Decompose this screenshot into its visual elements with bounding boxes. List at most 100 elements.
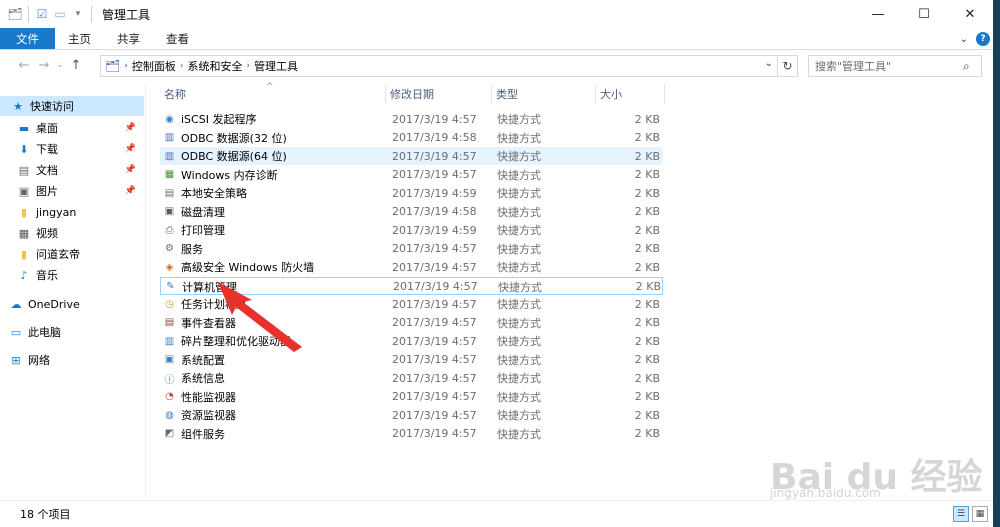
sidebar-item[interactable]: ▬ 桌面 📌 <box>0 118 144 138</box>
table-row[interactable]: ◈ 高级安全 Windows 防火墙 2017/3/19 4:57 快捷方式 2 KB <box>160 258 663 276</box>
search-icon[interactable]: ⌕ <box>963 59 981 74</box>
desktop-edge <box>993 0 1000 527</box>
sidebar-item[interactable]: ♪ 音乐 <box>0 265 144 285</box>
table-row[interactable]: ▤ 本地安全策略 2017/3/19 4:59 快捷方式 2 KB <box>160 184 663 202</box>
address-bar[interactable]: 🗂 › 控制面板 › 系统和安全 › 管理工具 ⌄ <box>100 55 778 77</box>
file-name: ODBC 数据源(64 位) <box>181 150 287 163</box>
folder-icon: ▮ <box>20 247 28 261</box>
folder-app-icon[interactable]: 🗂 <box>6 5 24 23</box>
table-row[interactable]: ▣ 系统配置 2017/3/19 4:57 快捷方式 2 KB <box>160 351 663 369</box>
table-row[interactable]: ✎ 计算机管理 2017/3/19 4:57 快捷方式 2 KB <box>160 276 663 295</box>
table-row[interactable]: ⓘ 系统信息 2017/3/19 4:57 快捷方式 2 KB <box>160 369 663 387</box>
breadcrumb-separator-icon[interactable]: › <box>124 61 128 71</box>
table-row[interactable]: ▥ 碎片整理和优化驱动器 2017/3/19 4:57 快捷方式 2 KB <box>160 332 663 350</box>
large-icons-view-icon[interactable]: ▦ <box>972 506 988 522</box>
table-row[interactable]: ◔ 性能监视器 2017/3/19 4:57 快捷方式 2 KB <box>160 388 663 406</box>
forward-arrow-icon[interactable]: → <box>34 55 54 75</box>
refresh-icon[interactable]: ↻ <box>778 55 798 77</box>
sidebar-item[interactable]: ▮ jingyan <box>0 202 144 222</box>
pin-icon[interactable]: 📌 <box>125 186 136 196</box>
file-name: 事件查看器 <box>181 316 236 330</box>
sidebar-item[interactable]: ▮ 问道玄帝 <box>0 244 144 264</box>
file-type-cell: 快捷方式 <box>497 113 541 126</box>
breadcrumb-separator-icon[interactable]: › <box>180 61 184 71</box>
maximize-button[interactable]: ☐ <box>901 0 947 28</box>
control-panel-icon: 🗂 <box>105 59 121 73</box>
database-icon: ▥ <box>164 150 175 162</box>
modified-date-cell: 2017/3/19 4:57 <box>392 316 477 329</box>
sidebar-item-label: 音乐 <box>36 269 58 282</box>
breadcrumb-separator-icon[interactable]: › <box>246 61 250 71</box>
tab-share[interactable]: 共享 <box>104 28 153 49</box>
file-name: 服务 <box>181 242 203 256</box>
file-name-cell: ▥ 碎片整理和优化驱动器 <box>162 332 291 350</box>
network-icon: ⊞ <box>11 353 21 367</box>
recent-locations-icon[interactable]: ⌄ <box>54 55 66 75</box>
column-header-type[interactable]: 类型 <box>492 84 596 104</box>
file-name-cell: ◈ 高级安全 Windows 防火墙 <box>162 258 314 276</box>
file-name-cell: ◔ 性能监视器 <box>162 388 236 406</box>
sidebar-item[interactable]: ⊞ 网络 <box>0 350 144 370</box>
tab-home[interactable]: 主页 <box>55 28 104 49</box>
search-input[interactable]: 搜索"管理工具" <box>815 58 963 74</box>
file-size-cell: 2 KB <box>634 205 660 218</box>
file-name: 资源监视器 <box>181 409 236 422</box>
file-type-cell: 快捷方式 <box>497 409 541 422</box>
table-row[interactable]: ▤ 事件查看器 2017/3/19 4:57 快捷方式 2 KB <box>160 314 663 332</box>
firewall-icon: ◈ <box>165 261 174 273</box>
table-row[interactable]: ▥ ODBC 数据源(32 位) 2017/3/19 4:58 快捷方式 2 KB <box>160 129 663 147</box>
file-size-cell: 2 KB <box>634 260 660 274</box>
close-button[interactable]: ✕ <box>947 0 993 28</box>
pin-icon[interactable]: 📌 <box>125 165 136 175</box>
sidebar-item[interactable]: ▤ 文档 📌 <box>0 160 144 180</box>
up-arrow-icon[interactable]: ↑ <box>66 55 86 75</box>
breadcrumb-control-panel[interactable]: 控制面板 <box>132 58 176 74</box>
sidebar-item[interactable]: ▭ 此电脑 <box>0 322 144 342</box>
file-type-cell: 快捷方式 <box>497 224 541 237</box>
document-icon: ▤ <box>18 163 30 177</box>
navigation-bar: ← → ⌄ ↑ 🗂 › 控制面板 › 系统和安全 › 管理工具 ⌄ ↻ 搜索"管… <box>0 51 1000 79</box>
breadcrumb-admin-tools[interactable]: 管理工具 <box>254 58 298 74</box>
file-name-cell: ▥ ODBC 数据源(64 位) <box>162 147 287 165</box>
column-header-size[interactable]: 大小 <box>596 84 665 104</box>
search-box[interactable]: 搜索"管理工具" ⌕ <box>808 55 982 77</box>
file-name-cell: ▥ ODBC 数据源(32 位) <box>162 129 287 147</box>
file-type-cell: 快捷方式 <box>497 335 541 348</box>
file-name: Windows 内存诊断 <box>181 168 278 182</box>
column-header-date[interactable]: 修改日期 <box>386 84 492 104</box>
table-row[interactable]: ◍ 资源监视器 2017/3/19 4:57 快捷方式 2 KB <box>160 406 663 424</box>
table-row[interactable]: ◉ iSCSI 发起程序 2017/3/19 4:57 快捷方式 2 KB <box>160 110 663 128</box>
pin-icon[interactable]: 📌 <box>125 144 136 154</box>
tab-file[interactable]: 文件 <box>0 28 55 49</box>
breadcrumb-system-security[interactable]: 系统和安全 <box>187 58 242 74</box>
back-arrow-icon[interactable]: ← <box>14 55 34 75</box>
sidebar-item[interactable]: ⬇ 下载 📌 <box>0 139 144 159</box>
expand-ribbon-icon[interactable]: ⌄ <box>960 34 968 45</box>
sidebar-item[interactable]: ★ 快速访问 <box>0 96 144 116</box>
file-name: ODBC 数据源(32 位) <box>181 131 287 145</box>
table-row[interactable]: ◩ 组件服务 2017/3/19 4:57 快捷方式 2 KB <box>160 425 663 443</box>
pin-icon[interactable]: 📌 <box>125 123 136 133</box>
help-icon[interactable]: ? <box>976 32 990 46</box>
table-row[interactable]: ⎙ 打印管理 2017/3/19 4:59 快捷方式 2 KB <box>160 221 663 239</box>
sidebar-item[interactable]: ☁ OneDrive <box>0 294 144 314</box>
tab-view[interactable]: 查看 <box>153 28 202 49</box>
item-count: 18 个项目 <box>20 508 71 521</box>
table-row[interactable]: ▦ Windows 内存诊断 2017/3/19 4:57 快捷方式 2 KB <box>160 166 663 184</box>
table-row[interactable]: ▣ 磁盘清理 2017/3/19 4:58 快捷方式 2 KB <box>160 203 663 221</box>
sidebar-item-label: 此电脑 <box>28 326 61 339</box>
defrag-icon: ▥ <box>164 335 175 347</box>
details-view-icon[interactable]: ☰ <box>953 506 969 522</box>
customize-toolbar-icon[interactable]: ▾ <box>69 5 87 23</box>
globe-icon: ◉ <box>165 113 174 125</box>
table-row[interactable]: ▥ ODBC 数据源(64 位) 2017/3/19 4:57 快捷方式 2 KB <box>160 147 663 165</box>
sidebar-item[interactable]: ▣ 图片 📌 <box>0 181 144 201</box>
table-row[interactable]: ⚙ 服务 2017/3/19 4:57 快捷方式 2 KB <box>160 240 663 258</box>
sidebar-item[interactable]: ▦ 视频 <box>0 223 144 243</box>
address-dropdown-icon[interactable]: ⌄ <box>765 58 773 69</box>
table-row[interactable]: ◷ 任务计划程序 2017/3/19 4:57 快捷方式 2 KB <box>160 295 663 313</box>
file-name-cell: ▦ Windows 内存诊断 <box>162 166 278 184</box>
minimize-button[interactable]: — <box>855 0 901 28</box>
new-folder-icon[interactable]: ▭ <box>51 5 69 23</box>
properties-icon[interactable]: ☑ <box>33 5 51 23</box>
